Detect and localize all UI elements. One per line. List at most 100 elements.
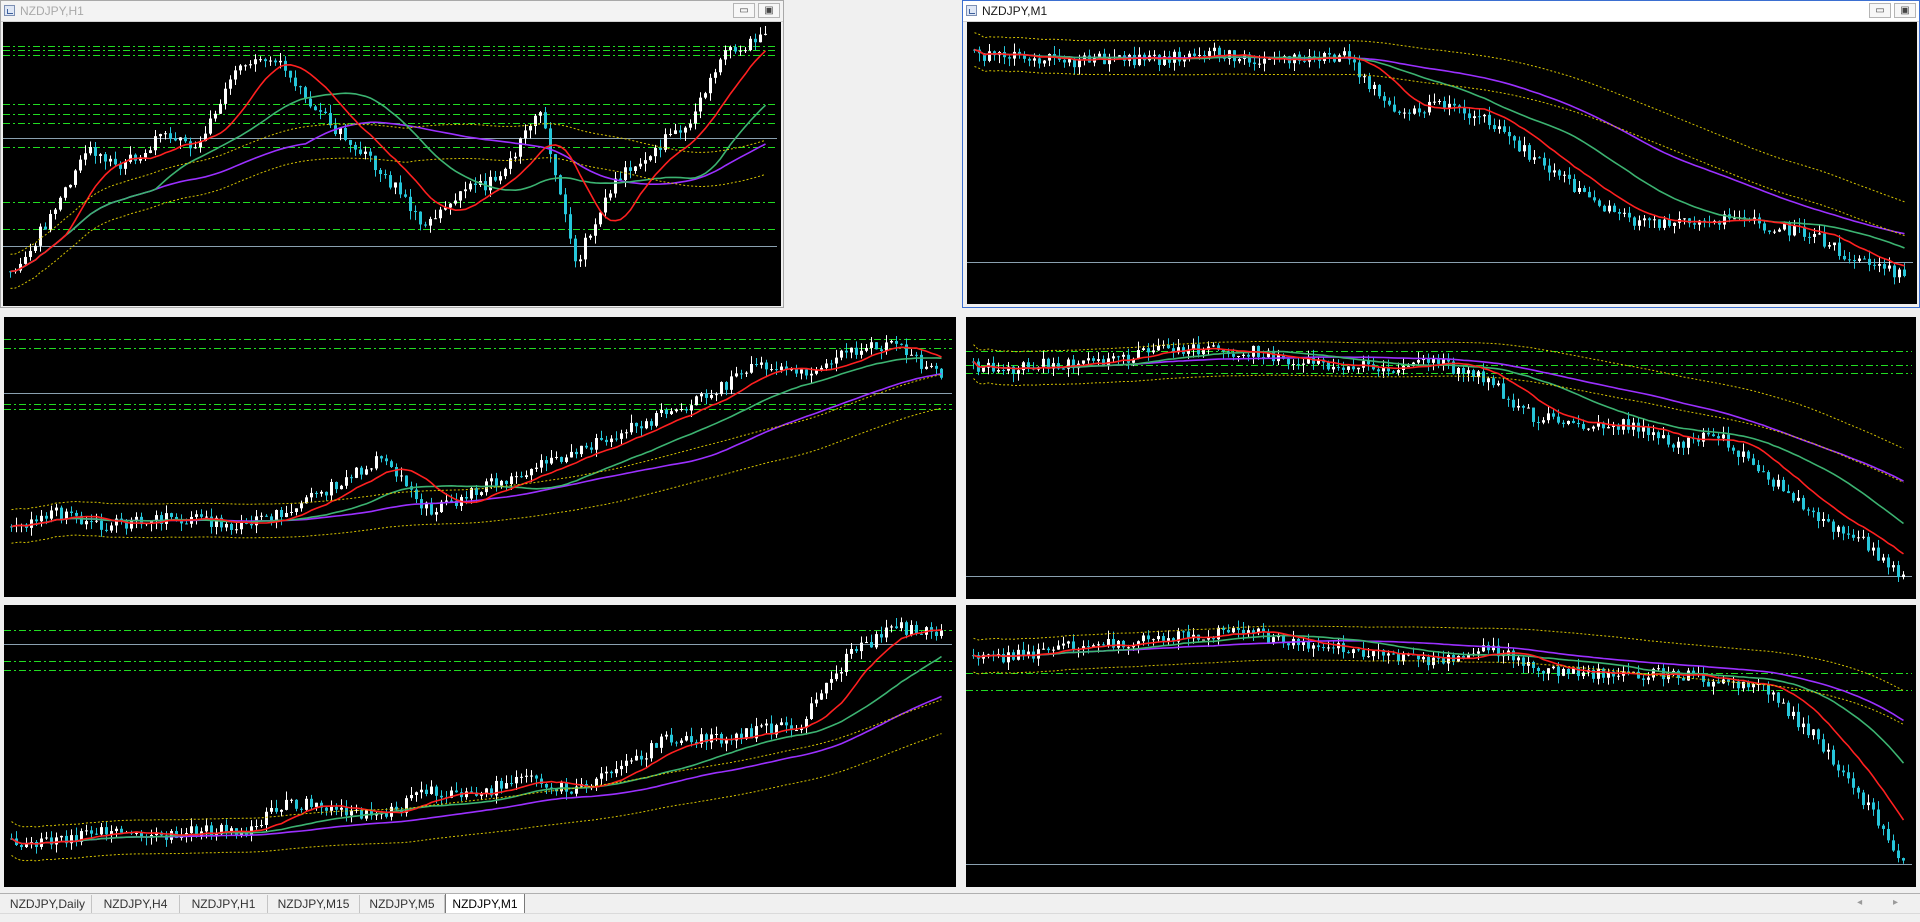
chart-window-5[interactable] bbox=[0, 601, 960, 891]
candle-body bbox=[935, 631, 938, 636]
candle-body bbox=[424, 224, 427, 226]
candle-body bbox=[665, 734, 668, 737]
candle-body bbox=[1852, 778, 1855, 788]
candle-body bbox=[1063, 59, 1066, 63]
candle-body bbox=[734, 47, 737, 52]
candle-body bbox=[30, 519, 33, 528]
candle-body bbox=[59, 197, 62, 210]
tab-scroll-arrows-icon[interactable]: ◂ ▸ bbox=[1857, 897, 1912, 908]
candle-body bbox=[94, 147, 97, 156]
candle-body bbox=[425, 789, 428, 794]
candle-body bbox=[490, 478, 493, 482]
candle-body bbox=[860, 350, 863, 355]
candle-body bbox=[365, 469, 368, 475]
window-titlebar[interactable]: NZDJPY,M1 ▭ ▣ bbox=[963, 1, 1919, 22]
candle-body bbox=[1062, 368, 1065, 370]
candle-body bbox=[1178, 51, 1181, 62]
candle-body bbox=[1067, 641, 1070, 644]
chart-tab-bar: NZDJPY,Daily NZDJPY,H4 NZDJPY,H1 NZDJPY,… bbox=[0, 893, 1920, 914]
maximize-button[interactable]: ▣ bbox=[1894, 3, 1916, 18]
candle-body bbox=[1667, 675, 1670, 680]
price-chart[interactable] bbox=[966, 605, 1916, 887]
candle-body bbox=[1792, 493, 1795, 501]
candle-body bbox=[589, 235, 592, 238]
candle-body bbox=[1863, 258, 1866, 260]
tab-nzdjpy-h4[interactable]: NZDJPY,H4 bbox=[92, 895, 180, 913]
candle-body bbox=[154, 136, 157, 151]
candle-body bbox=[1548, 165, 1551, 173]
candle-body bbox=[805, 369, 808, 376]
candle-body bbox=[1578, 187, 1581, 192]
candle-body bbox=[920, 354, 923, 369]
candle-body bbox=[1762, 471, 1765, 473]
price-chart[interactable] bbox=[966, 317, 1916, 599]
candle-body bbox=[749, 38, 752, 51]
candle-body bbox=[509, 158, 512, 169]
candle-body bbox=[54, 209, 57, 214]
candle-body bbox=[1827, 518, 1830, 522]
tab-nzdjpy-daily[interactable]: NZDJPY,Daily bbox=[4, 895, 92, 913]
chart-window-3[interactable] bbox=[0, 313, 960, 599]
candle-body bbox=[760, 725, 763, 727]
candle-body bbox=[1622, 419, 1625, 430]
candle-body bbox=[735, 373, 738, 377]
tab-nzdjpy-m1[interactable]: NZDJPY,M1 bbox=[445, 894, 525, 914]
tab-nzdjpy-h1[interactable]: NZDJPY,H1 bbox=[180, 895, 268, 913]
candle-body bbox=[1328, 52, 1331, 55]
candle-body bbox=[1512, 399, 1515, 408]
candle-body bbox=[254, 59, 257, 65]
price-chart[interactable] bbox=[4, 317, 956, 597]
candle-body bbox=[285, 512, 288, 518]
candle-body bbox=[755, 363, 758, 365]
candle-body bbox=[1457, 368, 1460, 374]
candle-body bbox=[1802, 723, 1805, 728]
candle-body bbox=[650, 743, 653, 759]
window-titlebar[interactable]: NZDJPY,H1 ▭ ▣ bbox=[1, 1, 783, 22]
candle-body bbox=[1647, 677, 1650, 680]
price-chart[interactable] bbox=[4, 605, 956, 887]
maximize-button[interactable]: ▣ bbox=[758, 3, 780, 18]
candle-body bbox=[1487, 378, 1490, 383]
candle-body bbox=[1237, 628, 1240, 630]
candle-body bbox=[830, 363, 833, 365]
ma-mid-line bbox=[974, 48, 1905, 249]
minimize-button[interactable]: ▭ bbox=[733, 3, 755, 18]
candle-body bbox=[570, 791, 573, 794]
candle-body bbox=[605, 439, 608, 443]
candle-body bbox=[219, 103, 222, 114]
ma-mid-line bbox=[972, 350, 1904, 525]
chart-window-nzdjpy-m1[interactable]: NZDJPY,M1 ▭ ▣ bbox=[962, 0, 1920, 308]
candle-body bbox=[710, 734, 713, 743]
candle-body bbox=[1657, 432, 1660, 439]
candle-body bbox=[1853, 260, 1856, 262]
candle-body bbox=[1317, 645, 1320, 648]
chart-window-4[interactable] bbox=[962, 313, 1920, 599]
candle-body bbox=[575, 451, 578, 455]
candle-body bbox=[159, 134, 162, 137]
candle-body bbox=[1327, 362, 1330, 370]
candle-body bbox=[44, 226, 47, 230]
candle-body bbox=[100, 520, 103, 530]
candle-body bbox=[720, 382, 723, 395]
candle-body bbox=[264, 59, 267, 62]
candle-body bbox=[1568, 174, 1571, 179]
tab-nzdjpy-m15[interactable]: NZDJPY,M15 bbox=[268, 895, 360, 913]
candle-body bbox=[474, 183, 477, 185]
candle-body bbox=[1387, 653, 1390, 656]
candle-body bbox=[1582, 424, 1585, 429]
price-chart[interactable] bbox=[3, 22, 781, 306]
candle-body bbox=[810, 373, 813, 376]
chart-window-nzdjpy-h1[interactable]: NZDJPY,H1 ▭ ▣ bbox=[0, 0, 784, 308]
candle-body bbox=[1768, 230, 1771, 232]
candle-body bbox=[435, 786, 438, 796]
candle-body bbox=[1002, 653, 1005, 663]
tab-nzdjpy-m5[interactable]: NZDJPY,M5 bbox=[360, 895, 445, 913]
candle-body bbox=[1642, 426, 1645, 432]
candle-body bbox=[1523, 145, 1526, 152]
minimize-button[interactable]: ▭ bbox=[1869, 3, 1891, 18]
chart-window-6[interactable] bbox=[962, 601, 1920, 891]
candle-body bbox=[1107, 639, 1110, 646]
candle-body bbox=[988, 51, 991, 61]
price-chart[interactable] bbox=[967, 22, 1917, 304]
candle-body bbox=[495, 478, 498, 486]
